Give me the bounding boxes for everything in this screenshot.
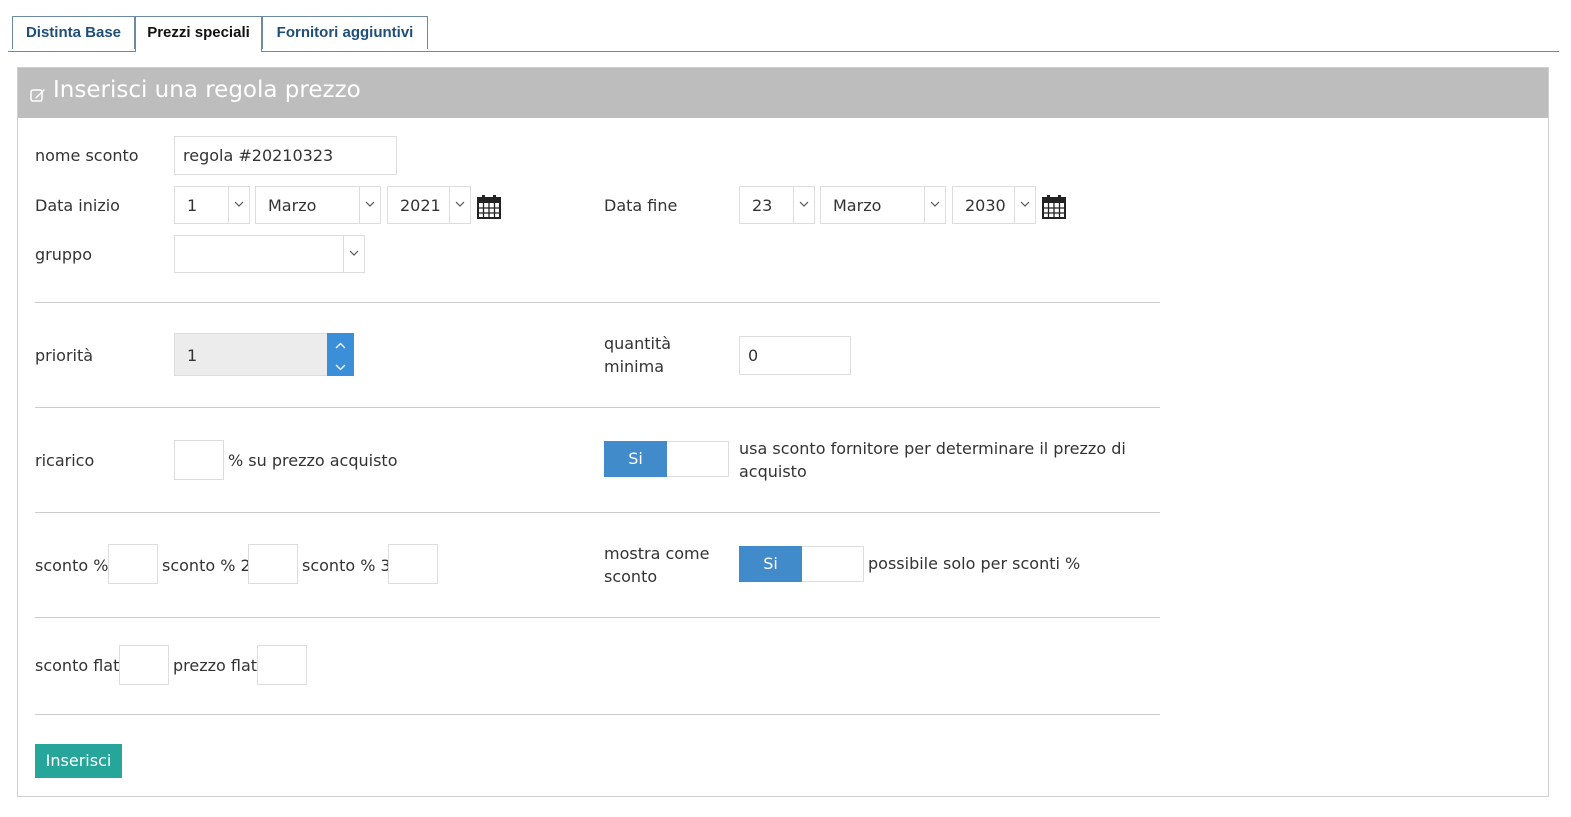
tab-prezzi-speciali[interactable]: Prezzi speciali xyxy=(135,16,262,52)
ricarico-label: ricarico xyxy=(35,451,95,470)
sconto-pct2-label: sconto % 2 xyxy=(162,556,251,575)
sconto-pct2-input[interactable] xyxy=(248,544,298,584)
toggle-on-label: Si xyxy=(604,441,667,477)
price-rule-panel: Inserisci una regola prezzo xyxy=(17,67,1549,797)
data-fine-day-value: 23 xyxy=(752,196,773,215)
chevron-down-icon[interactable] xyxy=(335,363,346,371)
data-inizio-year-select[interactable]: 2021 xyxy=(387,186,471,224)
edit-icon xyxy=(30,89,45,102)
usa-sconto-fornitore-text-line1: usa sconto fornitore per determinare il … xyxy=(739,439,1126,458)
tab-distinta-base[interactable]: Distinta Base xyxy=(12,16,135,49)
nome-sconto-input[interactable]: regola #20210323 xyxy=(174,136,397,175)
chevron-down-icon xyxy=(924,187,945,223)
data-fine-month-value: Marzo xyxy=(833,196,882,215)
nome-sconto-value: regola #20210323 xyxy=(183,146,334,165)
data-inizio-day-select[interactable]: 1 xyxy=(174,186,250,224)
data-inizio-month-value: Marzo xyxy=(268,196,317,215)
gruppo-label: gruppo xyxy=(35,245,92,264)
data-fine-year-value: 2030 xyxy=(965,196,1006,215)
chevron-down-icon xyxy=(449,187,470,223)
divider xyxy=(35,617,1160,618)
divider xyxy=(35,714,1160,715)
panel-header: Inserisci una regola prezzo xyxy=(18,68,1548,118)
divider xyxy=(35,302,1160,303)
data-fine-label: Data fine xyxy=(604,196,678,215)
priorita-input[interactable]: 1 xyxy=(174,333,329,376)
priorita-value: 1 xyxy=(187,346,198,365)
sconto-flat-label: sconto flat xyxy=(35,656,120,675)
chevron-down-icon xyxy=(359,187,380,223)
mostra-come-sconto-label-line1: mostra come xyxy=(604,544,710,563)
mostra-come-sconto-note: possibile solo per sconti % xyxy=(868,554,1081,573)
data-inizio-year-value: 2021 xyxy=(400,196,441,215)
quantita-minima-label-line1: quantità xyxy=(604,334,672,353)
chevron-up-icon[interactable] xyxy=(335,342,346,350)
data-inizio-month-select[interactable]: Marzo xyxy=(255,186,381,224)
gruppo-select[interactable] xyxy=(174,235,365,273)
divider xyxy=(35,407,1160,408)
mostra-come-sconto-toggle[interactable]: Si xyxy=(739,546,864,582)
data-inizio-day-value: 1 xyxy=(187,196,198,215)
calendar-icon[interactable] xyxy=(1041,194,1067,220)
data-inizio-label: Data inizio xyxy=(35,196,120,215)
mostra-come-sconto-label-line2: sconto xyxy=(604,567,658,586)
quantita-minima-input[interactable]: 0 xyxy=(739,336,851,375)
chevron-down-icon xyxy=(1014,187,1035,223)
sconto-pct-label: sconto % xyxy=(35,556,109,575)
priorita-stepper[interactable] xyxy=(327,333,354,376)
ricarico-suffix: % su prezzo acquisto xyxy=(228,451,398,470)
sconto-pct3-input[interactable] xyxy=(388,544,438,584)
tab-bar: Distinta Base Prezzi speciali Fornitori … xyxy=(8,16,1559,52)
inserisci-button[interactable]: Inserisci xyxy=(35,744,122,778)
calendar-icon[interactable] xyxy=(476,194,502,220)
sconto-pct-input[interactable] xyxy=(108,544,158,584)
ricarico-input[interactable] xyxy=(174,440,224,480)
prezzo-flat-input[interactable] xyxy=(257,645,307,685)
quantita-minima-value: 0 xyxy=(748,346,759,365)
toggle-on-label: Si xyxy=(739,546,802,582)
data-fine-month-select[interactable]: Marzo xyxy=(820,186,946,224)
sconto-flat-input[interactable] xyxy=(119,645,169,685)
tab-fornitori-aggiuntivi[interactable]: Fornitori aggiuntivi xyxy=(262,16,428,49)
data-fine-year-select[interactable]: 2030 xyxy=(952,186,1036,224)
quantita-minima-label-line2: minima xyxy=(604,357,665,376)
usa-sconto-fornitore-text-line2: acquisto xyxy=(739,462,807,481)
chevron-down-icon xyxy=(228,187,249,223)
usa-sconto-fornitore-toggle[interactable]: Si xyxy=(604,441,729,477)
priorita-label: priorità xyxy=(35,346,94,365)
divider xyxy=(35,512,1160,513)
panel-title: Inserisci una regola prezzo xyxy=(53,77,361,103)
chevron-down-icon xyxy=(793,187,814,223)
data-fine-day-select[interactable]: 23 xyxy=(739,186,815,224)
chevron-down-icon xyxy=(343,236,364,272)
prezzo-flat-label: prezzo flat xyxy=(173,656,258,675)
nome-sconto-label: nome sconto xyxy=(35,146,139,165)
sconto-pct3-label: sconto % 3 xyxy=(302,556,391,575)
